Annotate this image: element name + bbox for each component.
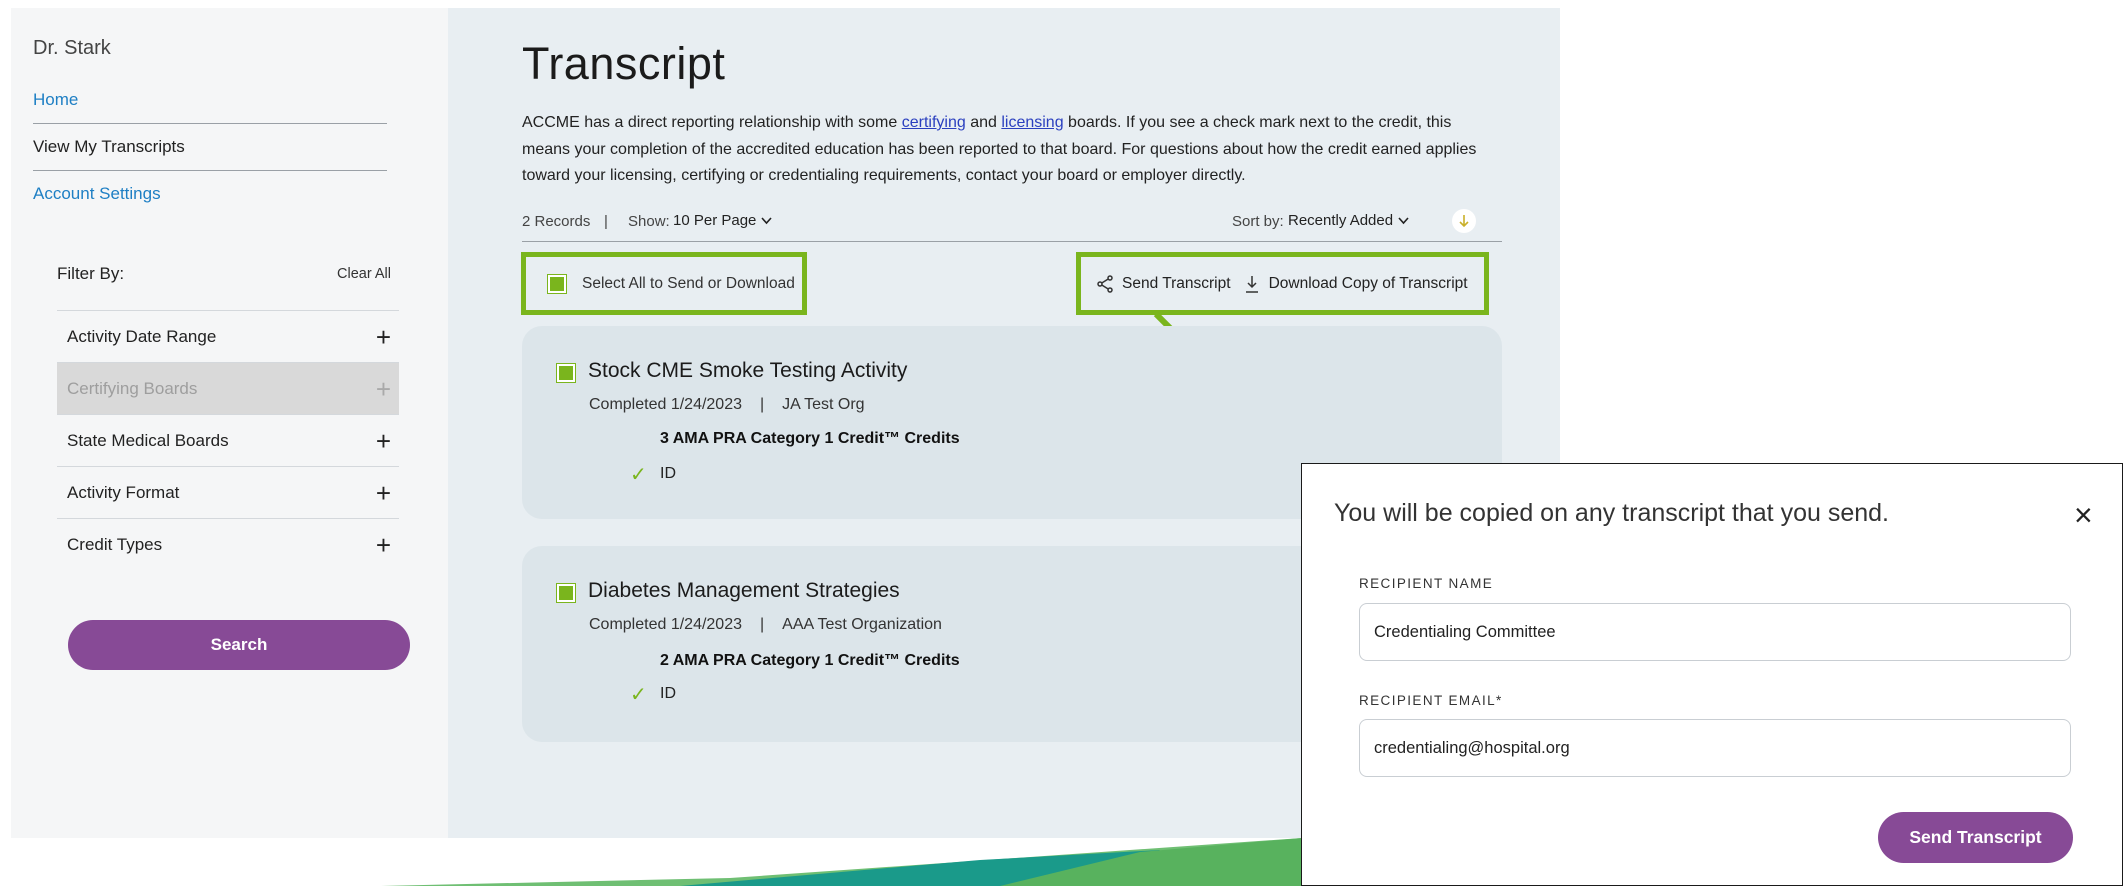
search-button[interactable]: Search [68, 620, 410, 670]
recipient-email-label: RECIPIENT EMAIL* [1359, 693, 1503, 708]
divider [33, 123, 387, 124]
recipient-name-input[interactable]: Credentialing Committee [1359, 603, 2071, 661]
activity-title[interactable]: Stock CME Smoke Testing Activity [588, 359, 907, 383]
intro-text: ACCME has a direct reporting relationshi… [522, 114, 902, 131]
user-name: Dr. Stark [33, 37, 111, 59]
credit-amount: 3 AMA PRA Category 1 Credit™ Credits [660, 430, 960, 447]
activity-title[interactable]: Diabetes Management Strategies [588, 579, 900, 603]
send-transcript-action[interactable]: Send Transcript [1097, 275, 1231, 293]
sort-value: Recently Added [1288, 212, 1394, 229]
nav-account-settings-link[interactable]: Account Settings [33, 184, 161, 204]
select-all-label[interactable]: Select All to Send or Download [582, 275, 795, 293]
separator: | [760, 616, 765, 633]
filter-certifying-boards: Certifying Boards + [57, 362, 399, 414]
organization: JA Test Org [782, 396, 865, 413]
show-label: Show: [628, 213, 670, 230]
separator: | [604, 213, 608, 230]
sort-dropdown[interactable]: Recently Added [1288, 212, 1409, 229]
filter-by-label: Filter By: [57, 264, 125, 283]
divider [33, 170, 387, 171]
filter-activity-format[interactable]: Activity Format + [57, 466, 399, 518]
download-arrow-icon [1459, 215, 1469, 228]
download-transcript-action[interactable]: Download Copy of Transcript [1245, 275, 1468, 293]
send-transcript-label: Send Transcript [1122, 274, 1231, 292]
filter-label: Activity Date Range [67, 326, 217, 346]
records-count: 2 Records [522, 213, 591, 230]
filter-label: State Medical Boards [67, 430, 229, 450]
checkmark-icon: ✓ [630, 464, 647, 486]
filter-label: Certifying Boards [67, 378, 198, 398]
recipient-name-label: RECIPIENT NAME [1359, 576, 1494, 591]
board-id: ID [660, 465, 676, 482]
send-transcript-dialog: You will be copied on any transcript tha… [1301, 463, 2123, 886]
share-icon [1097, 274, 1113, 293]
plus-icon[interactable]: + [376, 532, 391, 558]
licensing-link[interactable]: licensing [1001, 114, 1063, 131]
filter-label: Credit Types [67, 534, 163, 554]
separator: | [760, 396, 765, 413]
select-all-checkbox[interactable] [547, 273, 567, 294]
per-page-value: 10 Per Page [673, 212, 757, 229]
filter-state-medical-boards[interactable]: State Medical Boards + [57, 414, 399, 466]
filter-label: Activity Format [67, 482, 180, 502]
credit-amount: 2 AMA PRA Category 1 Credit™ Credits [660, 652, 960, 669]
board-id: ID [660, 685, 676, 702]
chevron-down-icon [761, 216, 773, 224]
close-icon[interactable]: × [2074, 497, 2093, 534]
send-transcript-button[interactable]: Send Transcript [1878, 812, 2073, 863]
download-icon [1245, 275, 1258, 293]
filter-activity-date-range[interactable]: Activity Date Range + [57, 310, 399, 362]
intro-paragraph: ACCME has a direct reporting relationshi… [522, 110, 1502, 190]
select-all-highlight: Select All to Send or Download [521, 252, 807, 315]
completed-date: Completed 1/24/2023 [589, 616, 742, 633]
chevron-down-icon [1398, 216, 1409, 224]
activity-meta: Completed 1/24/2023 | AAA Test Organizatio… [589, 616, 942, 634]
plus-icon[interactable]: + [376, 324, 391, 350]
intro-text: and [965, 114, 1002, 131]
dialog-message: You will be copied on any transcript tha… [1334, 499, 1889, 527]
download-arrow-button[interactable] [1452, 209, 1476, 233]
per-page-dropdown[interactable]: 10 Per Page [673, 212, 773, 229]
download-transcript-label: Download Copy of Transcript [1268, 274, 1468, 292]
clear-all-link[interactable]: Clear All [337, 266, 391, 282]
activity-checkbox[interactable] [556, 363, 576, 383]
completed-date: Completed 1/24/2023 [589, 396, 742, 413]
sidebar: Dr. Stark Home View My Transcripts Accou… [11, 8, 448, 838]
nav-home-link[interactable]: Home [33, 90, 78, 110]
plus-icon[interactable]: + [376, 428, 391, 454]
checkmark-icon: ✓ [630, 684, 647, 706]
plus-icon: + [375, 373, 391, 404]
nav-transcripts-link[interactable]: View My Transcripts [33, 137, 185, 157]
transcript-actions-highlight: Send Transcript Download Copy of Transcr… [1076, 252, 1489, 315]
recipient-email-input[interactable]: credentialing@hospital.org [1359, 719, 2071, 777]
decorative-banner [380, 838, 1302, 886]
plus-icon[interactable]: + [376, 480, 391, 506]
activity-meta: Completed 1/24/2023 | JA Test Org [589, 396, 865, 414]
filter-credit-types[interactable]: Credit Types + [57, 518, 399, 570]
divider [522, 241, 1502, 242]
certifying-link[interactable]: certifying [902, 114, 966, 131]
sort-label: Sort by: [1232, 213, 1284, 230]
activity-checkbox[interactable] [556, 583, 576, 603]
organization: AAA Test Organization [782, 616, 942, 633]
page-title: Transcript [522, 38, 726, 89]
